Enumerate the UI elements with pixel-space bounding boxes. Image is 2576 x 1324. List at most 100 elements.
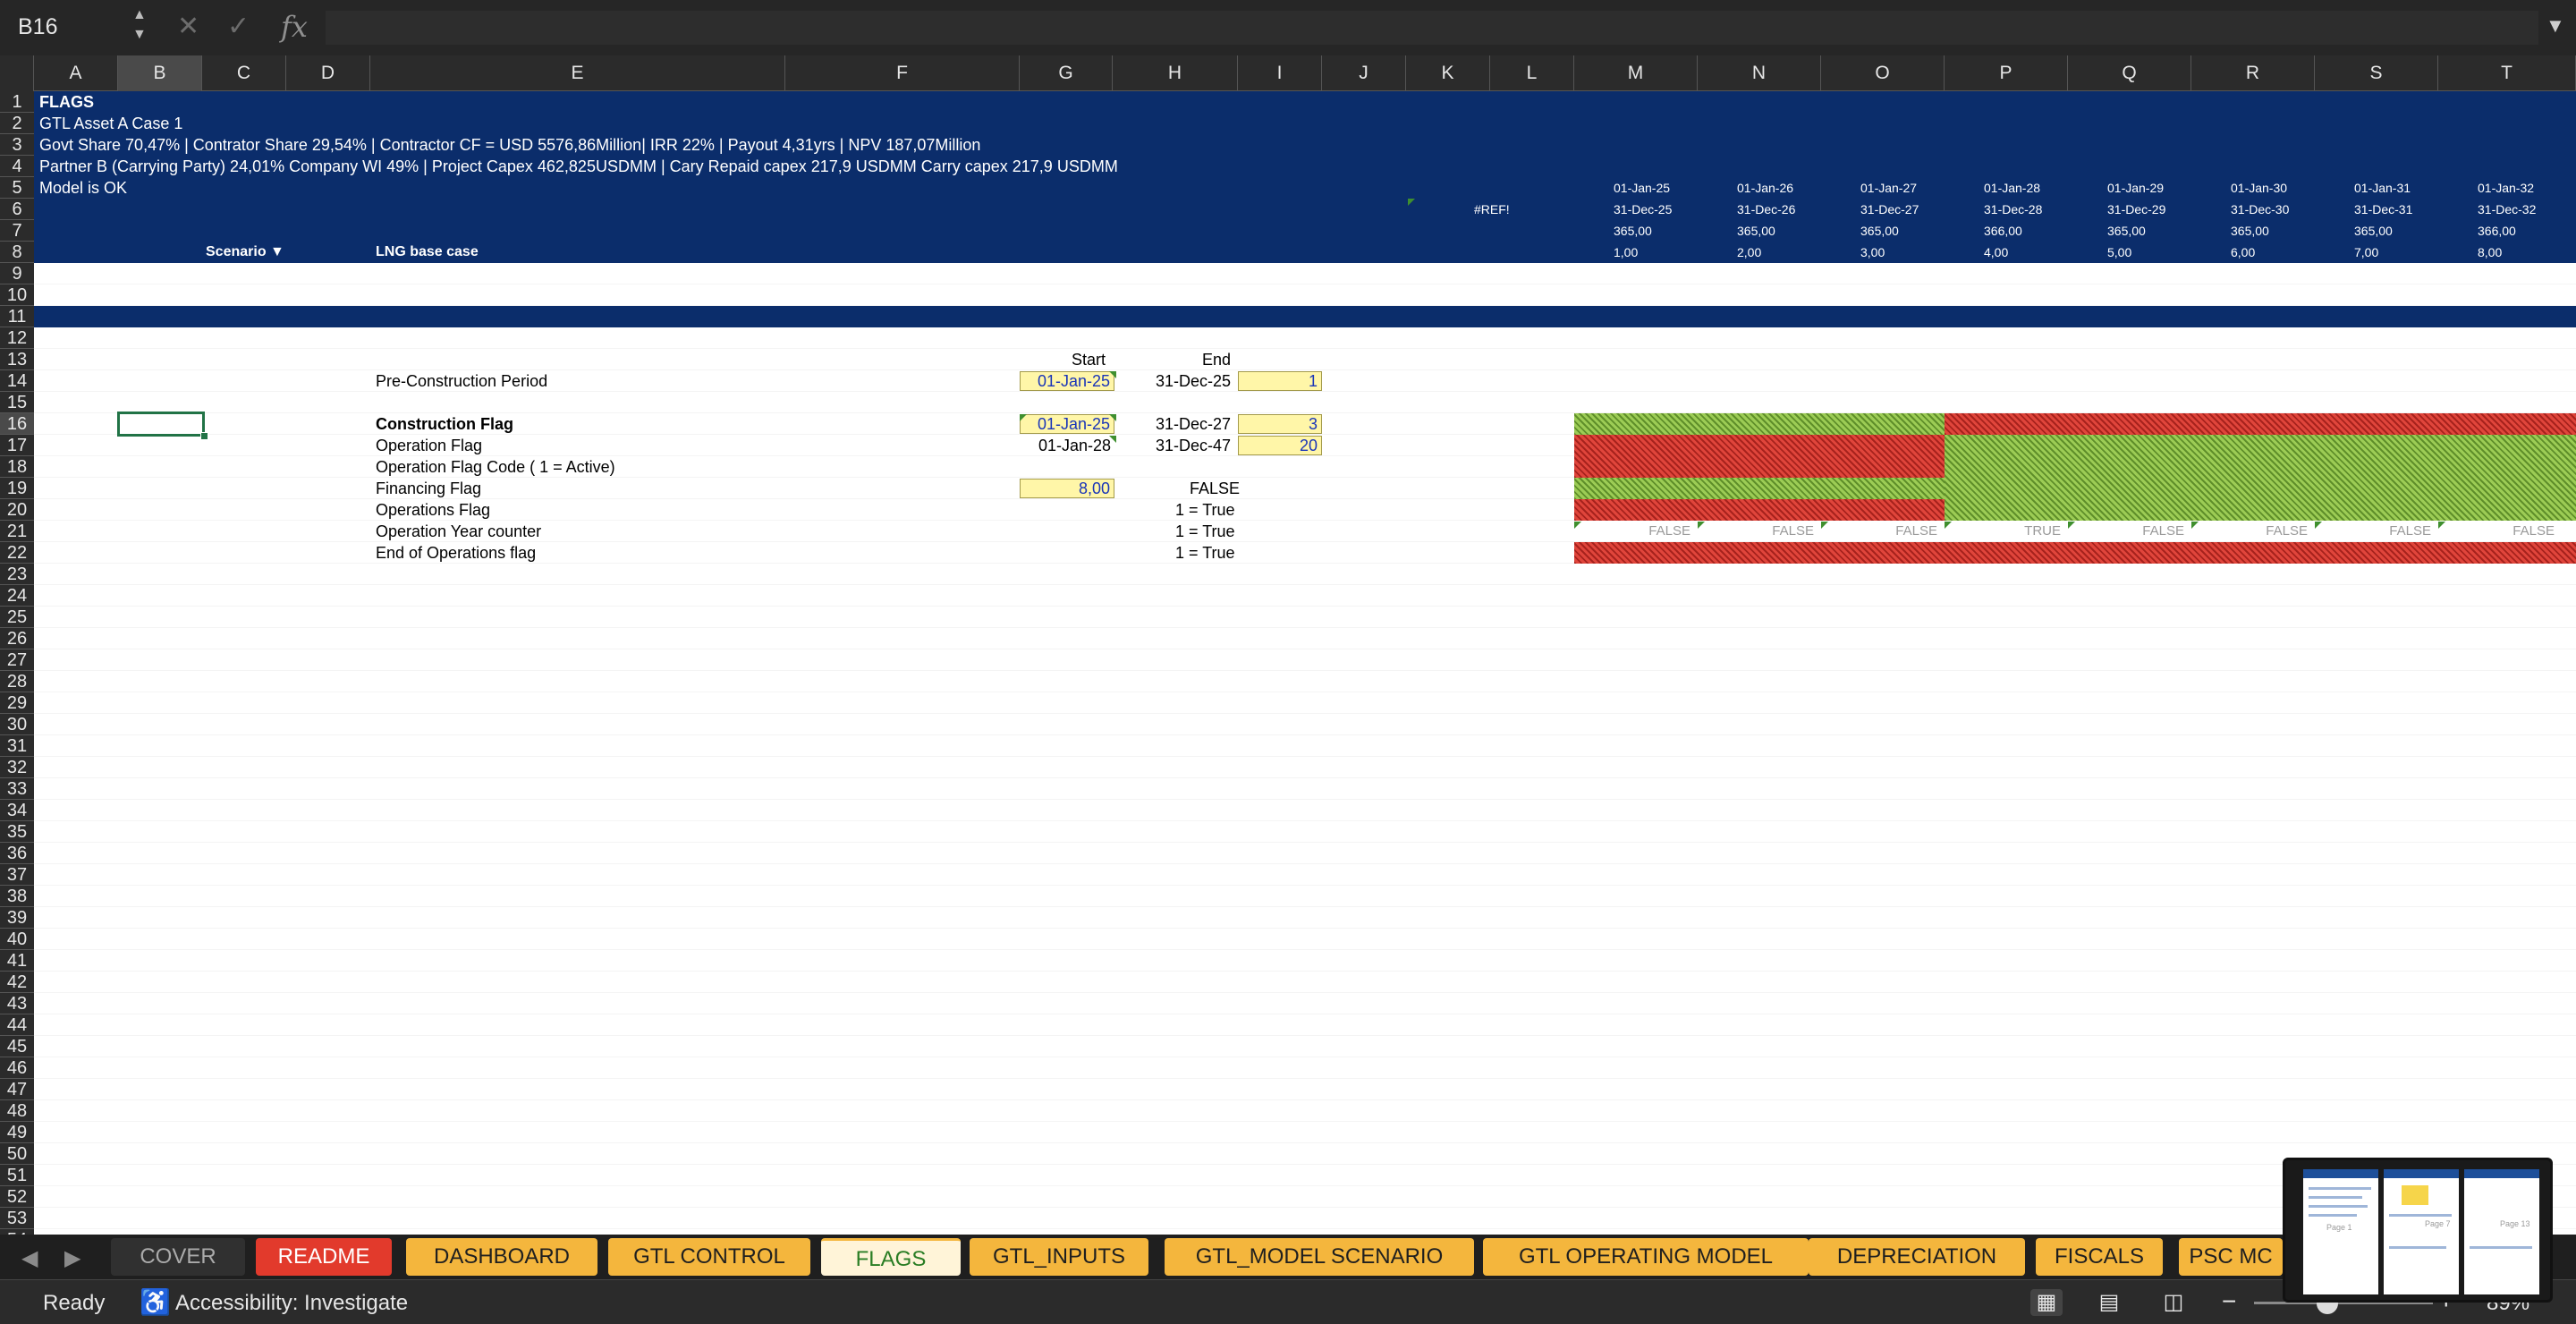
page-break-view-icon[interactable]: ◫ xyxy=(2157,1289,2190,1316)
cell-area[interactable]: FLAGS GTL Asset A Case 1 Govt Share 70,4… xyxy=(34,91,2576,1235)
tab-cover[interactable]: COVER xyxy=(111,1238,245,1276)
column-header[interactable]: T xyxy=(2438,55,2576,91)
row-header[interactable]: 2 xyxy=(0,113,34,134)
column-header[interactable]: C xyxy=(202,55,286,91)
row-header[interactable]: 45 xyxy=(0,1036,34,1057)
row-header[interactable]: 17 xyxy=(0,435,34,456)
row-header[interactable]: 52 xyxy=(0,1186,34,1208)
row-header[interactable]: 25 xyxy=(0,607,34,628)
row-header[interactable]: 20 xyxy=(0,499,34,521)
filter-dropdown-icon[interactable]: ▼ xyxy=(270,244,284,259)
page-preview-thumbnail[interactable]: Page 1 Page 7 Page 13 xyxy=(2283,1158,2553,1303)
row-header[interactable]: 31 xyxy=(0,735,34,757)
row-header[interactable]: 26 xyxy=(0,628,34,649)
row-header[interactable]: 18 xyxy=(0,456,34,478)
row-header[interactable]: 11 xyxy=(0,306,34,327)
column-header[interactable]: A xyxy=(34,55,118,91)
next-sheet-icon[interactable]: ▶ xyxy=(64,1245,80,1271)
tab-depreciation[interactable]: DEPRECIATION xyxy=(1809,1238,2025,1276)
row-header[interactable]: 38 xyxy=(0,886,34,907)
expand-formula-icon[interactable]: ▼ xyxy=(2546,14,2565,38)
row-header[interactable]: 39 xyxy=(0,907,34,929)
cancel-icon[interactable]: ✕ xyxy=(177,11,199,43)
row-header[interactable]: 33 xyxy=(0,778,34,800)
page-layout-view-icon[interactable]: ▤ xyxy=(2093,1289,2125,1316)
row-header[interactable]: 47 xyxy=(0,1079,34,1100)
accessibility-status[interactable]: Accessibility: Investigate xyxy=(175,1291,408,1316)
column-header[interactable]: D xyxy=(286,55,370,91)
row-header[interactable]: 13 xyxy=(0,349,34,370)
row-header[interactable]: 21 xyxy=(0,521,34,542)
pre-construction-start-input[interactable]: 01-Jan-25 xyxy=(1020,371,1114,391)
tab-fiscals[interactable]: FISCALS xyxy=(2036,1238,2163,1276)
row-header[interactable]: 4 xyxy=(0,156,34,177)
operation-periods-input[interactable]: 20 xyxy=(1238,436,1322,455)
column-header[interactable]: B xyxy=(118,55,202,91)
scenario-label[interactable]: Scenario ▼ xyxy=(206,242,284,263)
row-header[interactable]: 23 xyxy=(0,564,34,585)
tab-flags[interactable]: FLAGS xyxy=(821,1238,961,1276)
scenario-value[interactable]: LNG base case xyxy=(376,242,479,263)
row-header[interactable]: 29 xyxy=(0,692,34,714)
row-header[interactable]: 5 xyxy=(0,177,34,199)
column-header[interactable]: Q xyxy=(2068,55,2191,91)
normal-view-icon[interactable]: ▦ xyxy=(2030,1289,2063,1316)
row-header[interactable]: 8 xyxy=(0,242,34,263)
row-header[interactable]: 32 xyxy=(0,757,34,778)
row-header[interactable]: 6 xyxy=(0,199,34,220)
financing-value-input[interactable]: 8,00 xyxy=(1020,479,1114,498)
fill-handle[interactable] xyxy=(200,432,208,440)
selected-cell[interactable] xyxy=(117,412,205,437)
tab-psc-mc[interactable]: PSC MC xyxy=(2179,1238,2283,1276)
name-box-stepper-icon[interactable]: ▲ ▼ xyxy=(132,5,147,45)
column-header[interactable]: S xyxy=(2315,55,2438,91)
row-header[interactable]: 14 xyxy=(0,370,34,392)
row-header[interactable]: 15 xyxy=(0,392,34,413)
row-header[interactable]: 40 xyxy=(0,929,34,950)
row-header[interactable]: 37 xyxy=(0,864,34,886)
construction-periods-input[interactable]: 3 xyxy=(1238,414,1322,434)
row-header[interactable]: 22 xyxy=(0,542,34,564)
prev-sheet-icon[interactable]: ◀ xyxy=(21,1245,38,1271)
row-header[interactable]: 1 xyxy=(0,91,34,113)
column-header[interactable]: O xyxy=(1821,55,1945,91)
pre-construction-periods-input[interactable]: 1 xyxy=(1238,371,1322,391)
row-header[interactable]: 44 xyxy=(0,1014,34,1036)
accessibility-icon[interactable]: ♿ xyxy=(140,1287,171,1317)
row-header[interactable]: 34 xyxy=(0,800,34,821)
row-header[interactable]: 36 xyxy=(0,843,34,864)
tab-readme[interactable]: README xyxy=(256,1238,392,1276)
column-header[interactable]: F xyxy=(785,55,1020,91)
row-header[interactable]: 28 xyxy=(0,671,34,692)
formula-input[interactable] xyxy=(326,11,2538,45)
row-header[interactable]: 27 xyxy=(0,649,34,671)
row-header[interactable]: 10 xyxy=(0,284,34,306)
row-header[interactable]: 53 xyxy=(0,1208,34,1229)
row-header[interactable]: 42 xyxy=(0,972,34,993)
row-header[interactable]: 9 xyxy=(0,263,34,284)
select-all-corner[interactable] xyxy=(0,55,34,91)
row-header[interactable]: 43 xyxy=(0,993,34,1014)
tab-gtl-operating-model[interactable]: GTL OPERATING MODEL xyxy=(1483,1238,1809,1276)
row-header[interactable]: 16 xyxy=(0,413,34,435)
row-header[interactable]: 19 xyxy=(0,478,34,499)
row-header[interactable]: 48 xyxy=(0,1100,34,1122)
column-header[interactable]: K xyxy=(1406,55,1490,91)
row-header[interactable]: 46 xyxy=(0,1057,34,1079)
column-header[interactable]: E xyxy=(370,55,785,91)
spreadsheet-grid[interactable]: A B C D E F G H I J K L M N O P Q R S T … xyxy=(0,55,2576,1235)
row-header[interactable]: 49 xyxy=(0,1122,34,1143)
tab-gtl-control[interactable]: GTL CONTROL xyxy=(608,1238,810,1276)
row-header[interactable]: 12 xyxy=(0,327,34,349)
function-icon[interactable]: fx xyxy=(281,11,308,43)
column-header[interactable]: M xyxy=(1574,55,1698,91)
tab-dashboard[interactable]: DASHBOARD xyxy=(406,1238,597,1276)
confirm-icon[interactable]: ✓ xyxy=(227,11,250,43)
construction-start-input[interactable]: 01-Jan-25 xyxy=(1020,414,1114,434)
row-header[interactable]: 24 xyxy=(0,585,34,607)
row-header[interactable]: 50 xyxy=(0,1143,34,1165)
column-header[interactable]: H xyxy=(1113,55,1238,91)
row-header[interactable]: 30 xyxy=(0,714,34,735)
column-header[interactable]: R xyxy=(2191,55,2315,91)
column-header[interactable]: L xyxy=(1490,55,1574,91)
